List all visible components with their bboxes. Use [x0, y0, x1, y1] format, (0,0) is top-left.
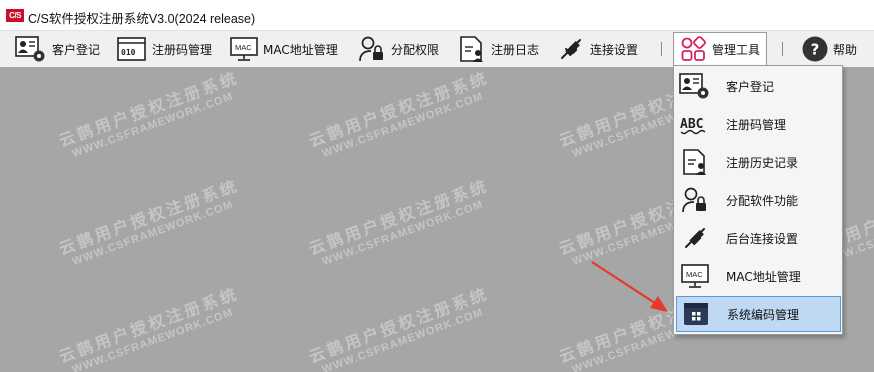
toolbar-customer-register-button[interactable]: 客户登记: [14, 34, 100, 64]
toolbar-register-log-button[interactable]: 注册日志: [457, 34, 539, 64]
user-log-icon: [676, 144, 714, 180]
customer-settings-icon: [15, 36, 45, 62]
menu-item-assign-software-function[interactable]: 分配软件功能: [676, 182, 841, 218]
menu-item-label: 注册码管理: [726, 117, 787, 132]
app-logo: C/S: [6, 9, 24, 22]
menu-item-label: MAC地址管理: [726, 269, 801, 284]
toolbar-separator: [661, 42, 662, 56]
menu-item-label: 系统编码管理: [727, 307, 800, 322]
watermark: 云鹊用户授权注册系统WWW.CSFRAMEWORK.COM: [57, 177, 242, 269]
user-lock-icon: [676, 182, 714, 218]
watermark: 云鹊用户授权注册系统WWW.CSFRAMEWORK.COM: [307, 69, 492, 161]
plug-connect-icon: [561, 39, 581, 59]
toolbar-label: 客户登记: [52, 42, 101, 57]
toolbar-separator: [782, 42, 783, 56]
menu-item-label: 后台连接设置: [726, 231, 799, 246]
menu-item-label: 分配软件功能: [726, 193, 799, 208]
menu-item-backend-connection-settings[interactable]: 后台连接设置: [676, 220, 841, 256]
svg-text:MAC: MAC: [235, 43, 252, 52]
watermark: 云鹊用户授权注册系统WWW.CSFRAMEWORK.COM: [57, 69, 242, 161]
toolbar-help-button[interactable]: ? 帮助: [801, 34, 857, 64]
menu-item-system-code[interactable]: 系统编码管理: [676, 296, 841, 332]
help-icon: ?: [802, 36, 828, 62]
toolbar-label: 连接设置: [590, 42, 639, 57]
toolbar-label: 注册日志: [491, 42, 540, 57]
toolbar-label: 帮助: [833, 42, 858, 57]
customer-settings-icon: [676, 68, 714, 104]
svg-text:ABC: ABC: [680, 117, 703, 132]
menu-item-mac-address[interactable]: MAC MAC地址管理: [676, 258, 841, 294]
window-title: C/S软件授权注册系统V3.0(2024 release): [28, 12, 256, 26]
main-toolbar: 客户登记 010 注册码管理 MAC MAC地址管理 分配权限 注册日志 连接设…: [0, 30, 874, 67]
svg-text:MAC: MAC: [686, 270, 703, 279]
user-lock-icon: [359, 36, 383, 62]
binary-code-icon: 010: [117, 37, 146, 61]
toolbar-label: 管理工具: [712, 42, 761, 57]
plug-connect-icon: [676, 220, 714, 256]
menu-item-register-code[interactable]: ABC 注册码管理: [676, 106, 841, 142]
toolbar-label: 分配权限: [391, 42, 440, 57]
menu-item-customer-register[interactable]: 客户登记: [676, 68, 841, 104]
calendar-grid-icon: [677, 296, 715, 332]
watermark: 云鹊用户授权注册系统WWW.CSFRAMEWORK.COM: [307, 177, 492, 269]
mac-monitor-icon: MAC: [230, 37, 258, 61]
svg-text:010: 010: [121, 48, 136, 57]
toolbar-label: 注册码管理: [152, 42, 213, 57]
svg-text:?: ?: [811, 41, 820, 59]
watermark: 云鹊用户授权注册系统WWW.CSFRAMEWORK.COM: [57, 285, 242, 372]
toolbar-connection-settings-button[interactable]: 连接设置: [556, 34, 638, 64]
toolbar-label: MAC地址管理: [263, 42, 338, 57]
toolbar-management-tools-button[interactable]: 管理工具: [673, 32, 768, 66]
toolbar-register-code-button[interactable]: 010 注册码管理: [116, 34, 212, 64]
toolbar-mac-address-button[interactable]: MAC MAC地址管理: [229, 34, 338, 64]
management-tools-menu: 客户登记 ABC 注册码管理 注册历史记录 分配软件功能 后台连接设置 MAC …: [673, 65, 843, 335]
menu-item-register-history[interactable]: 注册历史记录: [676, 144, 841, 180]
watermark: 云鹊用户授权注册系统WWW.CSFRAMEWORK.COM: [307, 285, 492, 372]
mac-monitor-icon: MAC: [676, 258, 714, 294]
menu-item-label: 注册历史记录: [726, 155, 799, 170]
apps-grid-icon: [681, 36, 706, 61]
abc-code-icon: ABC: [676, 106, 714, 142]
toolbar-assign-permission-button[interactable]: 分配权限: [357, 34, 439, 64]
menu-item-label: 客户登记: [726, 79, 775, 94]
user-log-icon: [460, 36, 483, 62]
title-bar: C/S C/S软件授权注册系统V3.0(2024 release): [0, 0, 874, 30]
